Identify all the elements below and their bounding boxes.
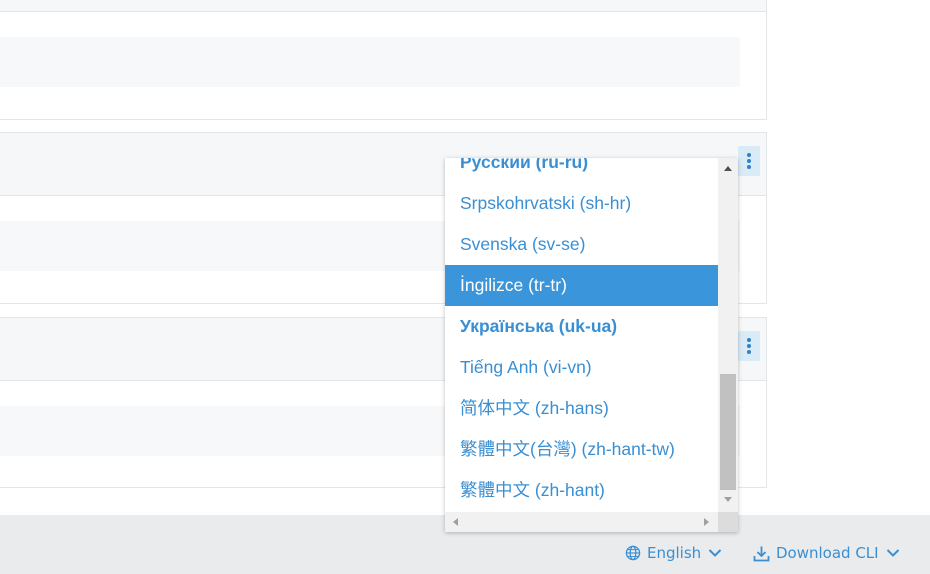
- card-1-content-row: [0, 37, 740, 87]
- download-cli-link[interactable]: Download CLI: [753, 542, 900, 564]
- language-option-zh-hant-tw[interactable]: 繁體中文(台灣) (zh-hant-tw): [445, 429, 718, 470]
- language-option-zh-hans[interactable]: 简体中文 (zh-hans): [445, 388, 718, 429]
- language-options: Русский (ru-ru) Srpskohrvatski (sh-hr) S…: [445, 158, 718, 512]
- chevron-down-icon: [708, 548, 722, 558]
- scroll-right-arrow-icon[interactable]: [704, 518, 709, 526]
- scroll-down-arrow-icon[interactable]: [724, 497, 732, 502]
- language-option-ru-ru[interactable]: Русский (ru-ru): [445, 158, 718, 183]
- vertical-scrollbar[interactable]: [718, 158, 738, 512]
- scroll-left-arrow-icon[interactable]: [453, 518, 458, 526]
- page: English Download CLI Русский (ru-ru) Srp…: [0, 0, 930, 574]
- card-1-header: [0, 0, 766, 12]
- language-option-tr-tr[interactable]: İngilizce (tr-tr): [445, 265, 718, 306]
- chevron-down-icon: [886, 548, 900, 558]
- scrollbar-corner: [718, 512, 738, 532]
- language-label: English: [647, 544, 702, 562]
- language-option-sv-se[interactable]: Svenska (sv-se): [445, 224, 718, 265]
- card-1: [0, 0, 767, 120]
- globe-icon: [625, 545, 641, 561]
- horizontal-scrollbar[interactable]: [445, 512, 718, 532]
- card-2-menu-button[interactable]: [738, 146, 760, 176]
- language-selector[interactable]: English: [625, 542, 722, 564]
- language-option-zh-hant[interactable]: 繁體中文 (zh-hant): [445, 470, 718, 511]
- download-cli-label: Download CLI: [776, 544, 879, 562]
- vertical-scroll-thumb[interactable]: [720, 374, 736, 490]
- download-icon: [753, 545, 770, 562]
- language-option-vi-vn[interactable]: Tiếng Anh (vi-vn): [445, 347, 718, 388]
- card-3-menu-button[interactable]: [738, 331, 760, 361]
- language-option-uk-ua[interactable]: Українська (uk-ua): [445, 306, 718, 347]
- scroll-up-arrow-icon[interactable]: [724, 166, 732, 171]
- language-option-sh-hr[interactable]: Srpskohrvatski (sh-hr): [445, 183, 718, 224]
- language-dropdown-list[interactable]: Русский (ru-ru) Srpskohrvatski (sh-hr) S…: [445, 158, 738, 532]
